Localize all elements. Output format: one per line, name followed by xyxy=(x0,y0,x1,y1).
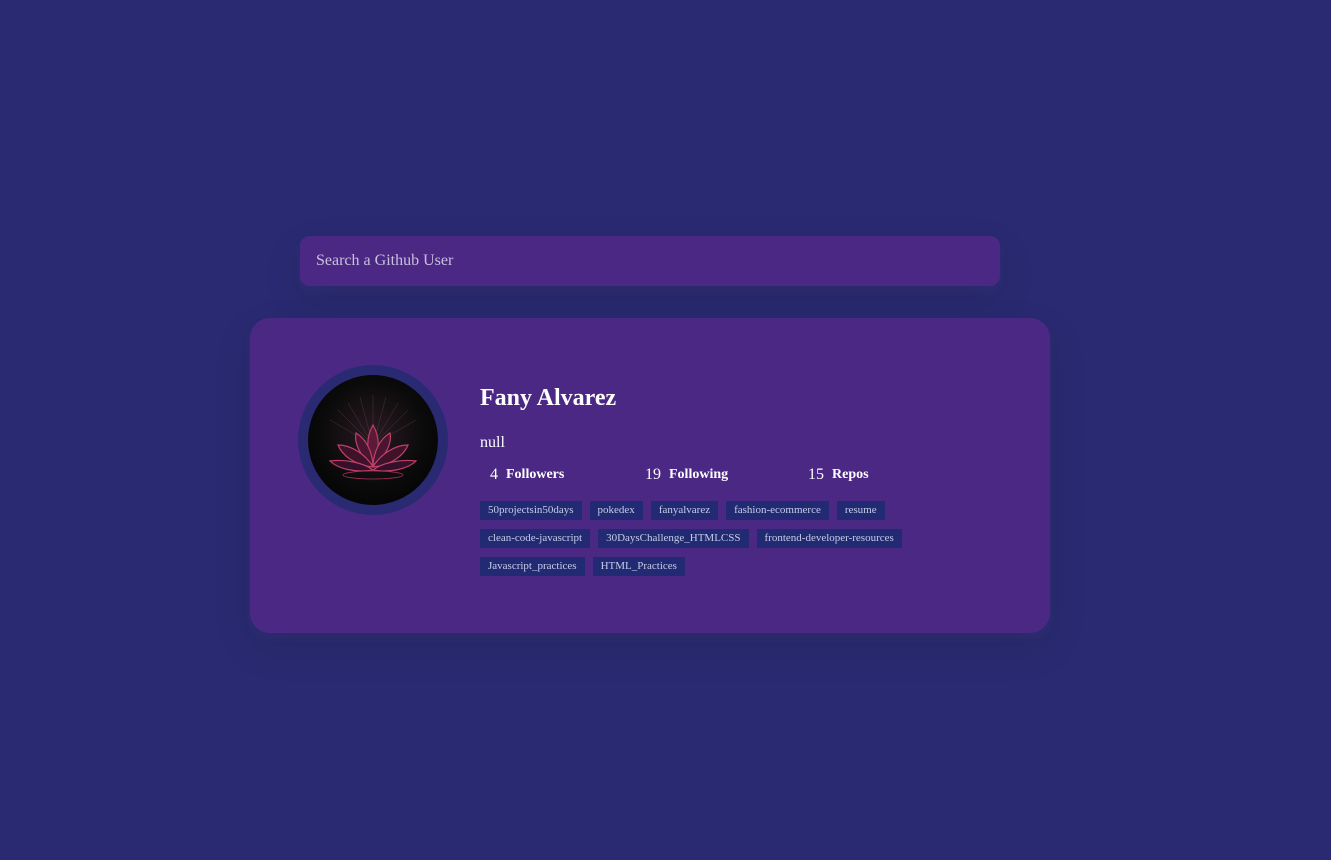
repos-label: Repos xyxy=(832,467,869,482)
repo-link[interactable]: pokedex xyxy=(589,501,643,520)
user-name: Fany Alvarez xyxy=(480,385,617,411)
user-info: Fany Alvarez null 4 Followers 19 Followi… xyxy=(480,382,1020,585)
search-input[interactable] xyxy=(300,236,1000,286)
repo-link[interactable]: HTML_Practices xyxy=(592,557,685,576)
avatar-ring xyxy=(298,365,448,515)
repo-link[interactable]: resume xyxy=(836,501,885,520)
repo-link[interactable]: 50projectsin50days xyxy=(480,501,582,520)
search-form xyxy=(300,236,1000,286)
user-card: Fany Alvarez null 4 Followers 19 Followi… xyxy=(250,318,1050,633)
repo-link[interactable]: 30DaysChallenge_HTMLCSS xyxy=(598,529,749,548)
repos-count: 15 xyxy=(808,466,824,483)
user-stats: 4 Followers 19 Following 15 Repos xyxy=(480,465,960,485)
user-bio: null xyxy=(480,434,505,451)
followers-label: Followers xyxy=(506,467,565,482)
following-count: 19 xyxy=(645,466,661,483)
stat-repos: 15 Repos xyxy=(808,465,928,485)
repo-link[interactable]: frontend-developer-resources xyxy=(756,529,902,548)
lotus-avatar-icon xyxy=(308,375,438,505)
repo-link[interactable]: Javascript_practices xyxy=(480,557,585,576)
repo-list: 50projectsin50days pokedex fanyalvarez f… xyxy=(480,501,960,585)
followers-count: 4 xyxy=(490,466,498,483)
stat-followers: 4 Followers xyxy=(490,465,645,485)
stat-following: 19 Following xyxy=(645,465,808,485)
repo-link[interactable]: fanyalvarez xyxy=(650,501,719,520)
repo-link[interactable]: clean-code-javascript xyxy=(480,529,591,548)
repo-link[interactable]: fashion-ecommerce xyxy=(726,501,829,520)
following-label: Following xyxy=(669,467,729,482)
